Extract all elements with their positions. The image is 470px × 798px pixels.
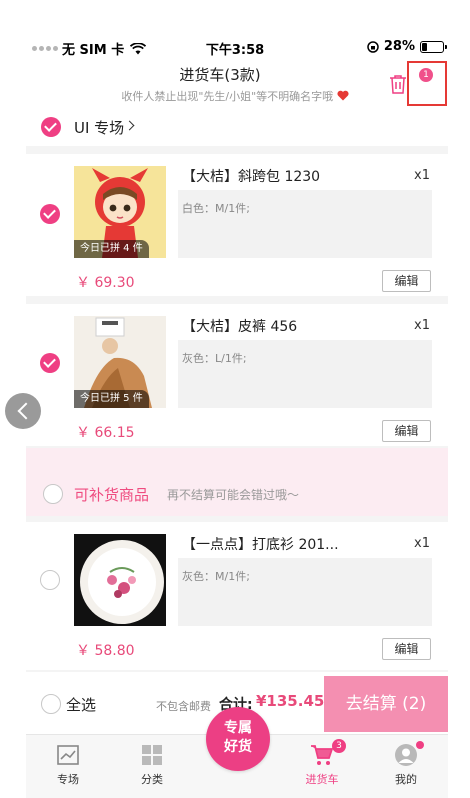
item-price: ￥ 66.15 xyxy=(76,425,135,441)
cart-icon xyxy=(311,745,334,765)
tab-label: 分类 xyxy=(141,773,163,786)
cart-item[interactable]: 今日已拼 4 件 【大桔】斜跨包 1230 x1 白色：M/1件; ￥ 69.3… xyxy=(26,154,448,296)
plated-dessert-photo-icon xyxy=(80,540,164,624)
item-title[interactable]: 【大桔】斜跨包 1230 xyxy=(182,166,320,186)
fab-line-1: 专属 xyxy=(224,720,252,736)
select-all-label[interactable]: 全选 xyxy=(66,694,96,715)
sold-today-tag: 今日已拼 4 件 xyxy=(74,240,149,258)
item-spec-text: 灰色：M/1件; xyxy=(182,570,250,583)
shipping-note: 不包含邮费 xyxy=(156,700,211,713)
item-quantity: x1 xyxy=(414,536,430,551)
restock-section-header[interactable]: 可补货商品 再不结算可能会错过哦～ xyxy=(26,448,448,516)
restock-hint: 再不结算可能会错过哦～ xyxy=(167,488,300,502)
subtitle-text: 收件人禁止出现"先生/小姐"等不明确名字哦 xyxy=(121,90,334,103)
heart-icon xyxy=(337,90,349,101)
total-value: ¥135.45 xyxy=(256,692,325,710)
select-all-checkbox[interactable] xyxy=(41,694,61,714)
store-name[interactable]: UI 专场 xyxy=(74,117,124,138)
store-header[interactable]: UI 专场 xyxy=(26,110,448,146)
sold-today-tag: 今日已拼 5 件 xyxy=(74,390,149,408)
item-title[interactable]: 【大桔】皮裤 456 xyxy=(182,316,297,336)
item-title[interactable]: 【一点点】打底衫 201... xyxy=(182,534,339,554)
notification-count-badge[interactable]: 1 xyxy=(419,68,433,82)
restock-item[interactable]: 【一点点】打底衫 201... x1 灰色：M/1件; ￥ 58.80 编辑 xyxy=(26,522,448,670)
product-image[interactable] xyxy=(74,534,166,626)
battery-icon xyxy=(420,40,447,53)
item-quantity: x1 xyxy=(414,168,430,183)
tab-cart[interactable]: 3 进货车 xyxy=(280,735,364,798)
edit-button[interactable]: 编辑 xyxy=(382,638,431,660)
edit-button[interactable]: 编辑 xyxy=(382,420,431,442)
item-checkbox[interactable] xyxy=(40,353,60,373)
fab-line-2: 好货 xyxy=(224,739,252,755)
item-price: ￥ 58.80 xyxy=(76,643,135,659)
store-checkbox[interactable] xyxy=(41,117,61,137)
showcase-icon xyxy=(57,745,79,765)
chevron-right-icon xyxy=(124,120,135,131)
exclusive-goods-button[interactable]: 专属 好货 xyxy=(206,707,270,771)
status-bar: 无 SIM 卡 下午3:58 28% xyxy=(0,38,470,58)
tab-showcase[interactable]: 专场 xyxy=(26,735,110,798)
item-spec: 灰色：M/1件; xyxy=(178,558,432,626)
cart-item[interactable]: 今日已拼 5 件 【大桔】皮裤 456 x1 灰色：L/1件; ￥ 66.15 … xyxy=(26,304,448,446)
edit-button[interactable]: 编辑 xyxy=(382,270,431,292)
restock-title: 可补货商品 xyxy=(74,486,150,504)
item-spec: 灰色：L/1件; xyxy=(178,340,432,408)
item-quantity: x1 xyxy=(414,318,430,333)
product-image[interactable]: 今日已拼 4 件 xyxy=(74,166,166,258)
back-button[interactable] xyxy=(5,393,41,429)
rotation-lock-icon xyxy=(367,40,379,53)
item-spec: 白色：M/1件; xyxy=(178,190,432,258)
item-checkbox[interactable] xyxy=(40,204,60,224)
page-header: 进货车(3款) 收件人禁止出现"先生/小姐"等不明确名字哦 xyxy=(0,60,470,110)
grid-icon xyxy=(142,745,162,765)
item-price: ￥ 69.30 xyxy=(76,275,135,291)
item-spec-text: 白色：M/1件; xyxy=(182,202,250,215)
battery-percent: 28% xyxy=(383,39,415,54)
checkout-button[interactable]: 去结算 (2) xyxy=(324,676,448,732)
tab-label: 我的 xyxy=(395,773,417,786)
item-spec-text: 灰色：L/1件; xyxy=(182,352,247,365)
tab-label: 专场 xyxy=(57,773,79,786)
user-icon xyxy=(395,744,417,766)
tab-label: 进货车 xyxy=(305,773,339,786)
tab-me[interactable]: 我的 xyxy=(364,735,448,798)
status-right: 28% xyxy=(367,39,447,54)
battery-fill xyxy=(422,42,428,51)
tab-category[interactable]: 分类 xyxy=(110,735,194,798)
tab-bar: 专场 分类 专属 好货 3 进货车 我的 xyxy=(26,707,448,798)
product-image[interactable]: 今日已拼 5 件 xyxy=(74,316,166,408)
trash-icon[interactable] xyxy=(389,74,407,94)
notification-dot xyxy=(416,741,424,749)
restock-checkbox[interactable] xyxy=(43,484,63,504)
cart-badge: 3 xyxy=(332,739,346,753)
item-checkbox[interactable] xyxy=(40,570,60,590)
page-title: 进货车(3款) xyxy=(179,66,261,84)
cart-list[interactable]: UI 专场 今日已拼 4 件 【大桔】斜跨包 1230 x1 白色：M/1件; … xyxy=(26,110,448,672)
